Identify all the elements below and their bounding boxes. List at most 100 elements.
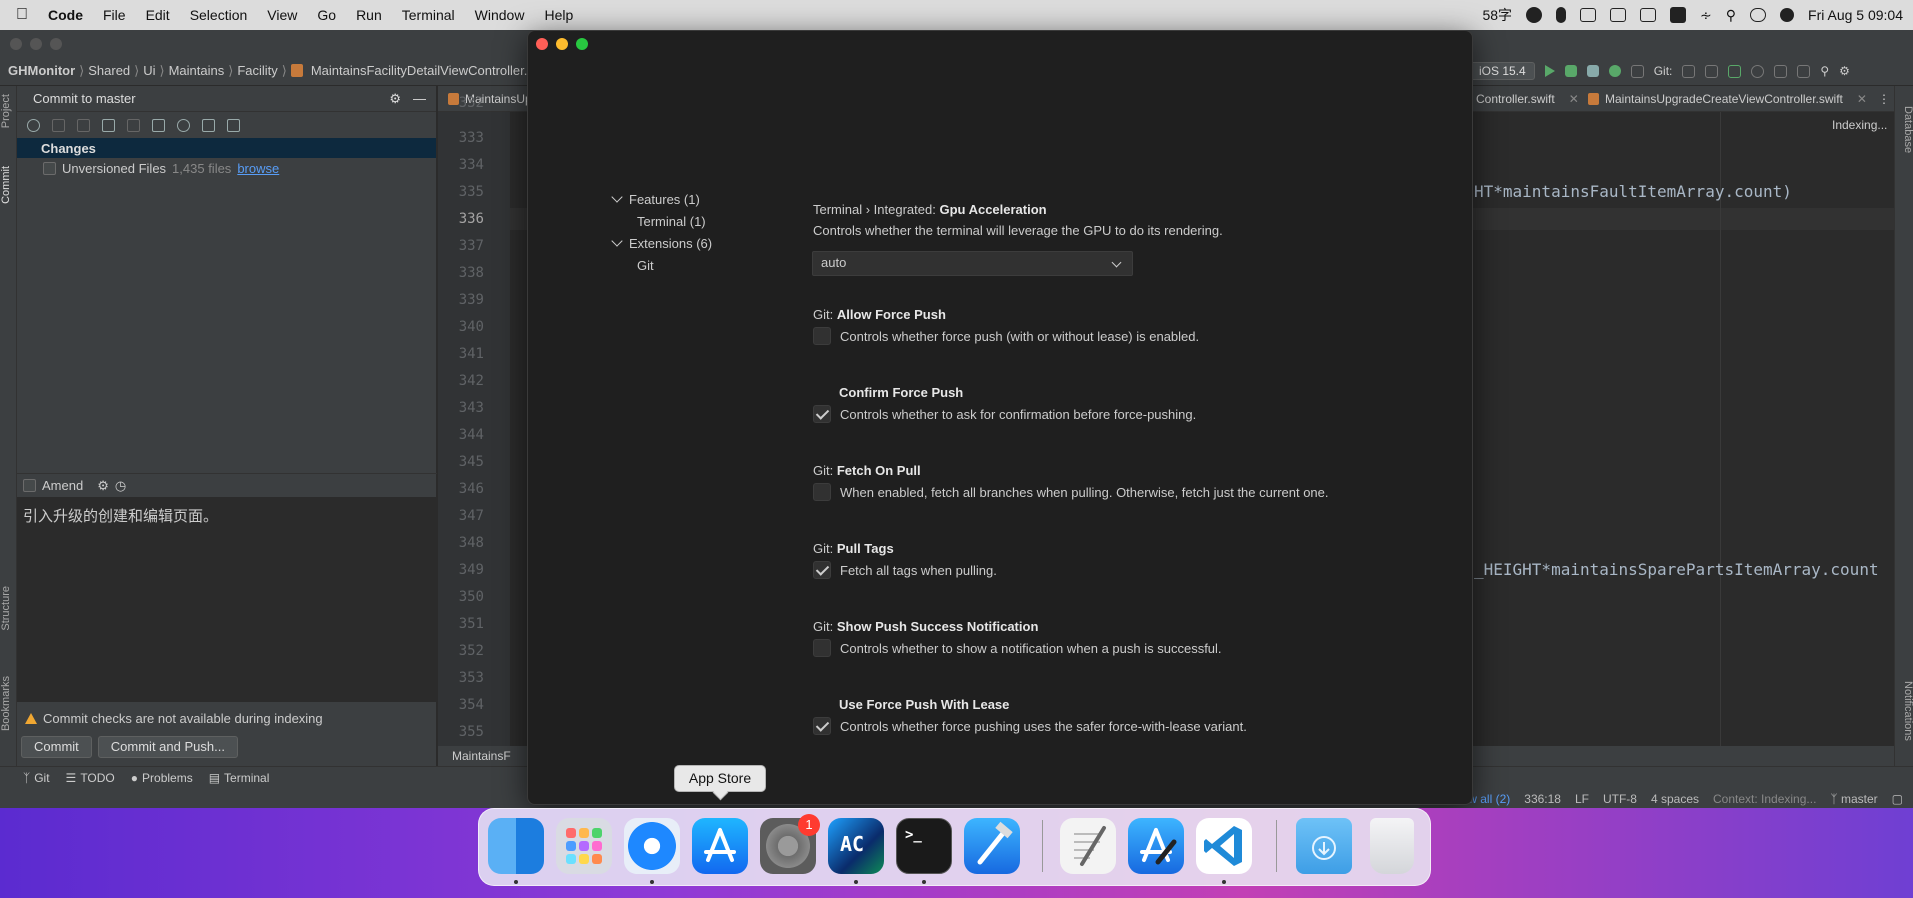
changes-node[interactable]: Changes [17, 138, 436, 158]
git-update-icon[interactable] [1682, 64, 1696, 78]
menu-run[interactable]: Run [346, 7, 392, 23]
caret-position[interactable]: 336:18 [1524, 792, 1561, 806]
close-tab-icon[interactable]: ✕ [1857, 92, 1867, 106]
breadcrumb-maintains[interactable]: Maintains [165, 63, 229, 78]
diff-icon[interactable] [102, 118, 115, 132]
tab-controller-swift[interactable]: Controller.swift ✕ [1476, 86, 1579, 112]
search-icon[interactable]: ⚲ [1726, 7, 1736, 24]
minimize-panel-icon[interactable]: — [413, 91, 426, 106]
gear-icon[interactable]: ⚙ [97, 478, 109, 494]
tab-upgrade-create[interactable]: MaintainsUpgradeCreateViewController.swi… [1588, 86, 1867, 112]
vcs-icon[interactable] [1797, 64, 1811, 78]
code-line-335[interactable]: HT*maintainsFaultItemArray.count) [1474, 182, 1792, 201]
menu-window[interactable]: Window [465, 7, 535, 23]
screen-icon[interactable] [1610, 8, 1627, 22]
settings-gear-icon[interactable]: ⚙ [1839, 64, 1850, 78]
menu-help[interactable]: Help [534, 7, 583, 23]
commit-message-input[interactable]: 引入升级的创建和编辑页面。 [17, 497, 437, 702]
breadcrumb-shared[interactable]: Shared [84, 63, 134, 78]
trash-icon[interactable] [1370, 818, 1414, 874]
browse-link[interactable]: browse [237, 161, 279, 176]
expand-all-icon[interactable] [202, 118, 215, 132]
menu-terminal[interactable]: Terminal [392, 7, 465, 23]
finder-icon[interactable] [488, 818, 544, 874]
line-separator[interactable]: LF [1575, 792, 1589, 806]
appcode-icon[interactable]: AC [828, 818, 884, 874]
clock[interactable]: Fri Aug 5 09:04 [1808, 7, 1903, 23]
git-commit-icon[interactable] [1705, 64, 1719, 78]
terminal-app-icon[interactable]: >_ [896, 818, 952, 874]
window-icon[interactable] [1640, 8, 1657, 22]
rollback-icon[interactable] [1774, 64, 1788, 78]
tree-extensions[interactable]: Extensions (6) [611, 235, 712, 251]
input-method-icon[interactable] [1580, 8, 1597, 22]
breadcrumb-ui[interactable]: Ui [139, 63, 159, 78]
collapse-all-icon[interactable] [227, 118, 240, 132]
safari-icon[interactable] [624, 818, 680, 874]
tree-features[interactable]: Features (1) [611, 191, 700, 207]
downloads-folder-icon[interactable] [1296, 818, 1352, 874]
code-line-349[interactable]: _HEIGHT*maintainsSparePartsItemArray.cou… [1474, 560, 1879, 579]
textedit-icon[interactable] [1060, 818, 1116, 874]
tool-bookmarks[interactable]: Bookmarks [0, 676, 17, 731]
allow-force-push-checkbox[interactable] [813, 327, 831, 345]
apple-icon[interactable]:  [0, 6, 38, 24]
more-tabs-icon[interactable]: ⋮ [1878, 86, 1890, 112]
force-push-with-lease-checkbox[interactable] [813, 717, 831, 735]
tool-commit[interactable]: Commit [0, 166, 17, 204]
git-push-icon[interactable] [1728, 64, 1742, 78]
microphone-icon[interactable] [1556, 7, 1567, 23]
close-icon[interactable] [10, 38, 22, 50]
close-icon[interactable] [536, 38, 548, 50]
siri-icon[interactable] [1780, 8, 1795, 22]
face-icon[interactable] [1526, 7, 1543, 23]
minimize-icon[interactable] [556, 38, 568, 50]
group-by-icon[interactable] [152, 118, 165, 132]
refresh-icon[interactable] [27, 118, 40, 132]
vscode-icon[interactable] [1196, 818, 1252, 874]
device-selector[interactable]: iOS 15.4 [1470, 62, 1535, 80]
gear-icon[interactable]: ⚙ [389, 91, 401, 107]
control-center-icon[interactable] [1750, 8, 1767, 22]
app-s-icon[interactable] [1670, 7, 1687, 23]
minimize-icon[interactable] [30, 38, 42, 50]
unversioned-checkbox[interactable] [43, 161, 56, 175]
stop-icon[interactable] [1630, 64, 1644, 78]
profile-icon[interactable] [1608, 65, 1621, 77]
pull-tags-checkbox[interactable] [813, 561, 831, 579]
menu-go[interactable]: Go [307, 7, 346, 23]
breadcrumb-project[interactable]: GHMonitor [0, 63, 79, 78]
unversioned-files-node[interactable]: Unversioned Files 1,435 files browse [17, 158, 436, 178]
history-icon[interactable] [1751, 64, 1765, 78]
tree-terminal[interactable]: Terminal (1) [637, 214, 706, 229]
update-icon[interactable] [77, 118, 90, 132]
ime-status[interactable]: 58字 [1482, 5, 1512, 25]
tool-git[interactable]: ᛉ Git [23, 771, 50, 785]
app-store-icon[interactable] [692, 818, 748, 874]
gpu-acceleration-select[interactable]: auto [812, 251, 1133, 276]
tool-structure[interactable]: Structure [0, 586, 17, 631]
tool-database[interactable]: Database [1897, 106, 1913, 153]
context-status[interactable]: Context: Indexing... [1713, 792, 1816, 806]
tool-problems[interactable]: ● Problems [131, 771, 193, 785]
clock-icon[interactable]: ◷ [115, 478, 126, 494]
launchpad-icon[interactable] [556, 818, 612, 874]
search-everywhere-icon[interactable]: ⚲ [1820, 64, 1829, 78]
amend-checkbox[interactable] [23, 479, 36, 492]
commit-button[interactable]: Commit [21, 736, 92, 758]
confirm-force-push-checkbox[interactable] [813, 405, 831, 423]
commit-and-push-button[interactable]: Commit and Push... [97, 736, 238, 758]
lock-icon[interactable]: ▢ [1892, 792, 1903, 806]
file-encoding[interactable]: UTF-8 [1603, 792, 1637, 806]
close-tab-icon[interactable]: ✕ [1569, 92, 1579, 106]
menu-edit[interactable]: Edit [136, 7, 180, 23]
run-icon[interactable] [1544, 65, 1555, 77]
simulator-icon[interactable] [1128, 818, 1184, 874]
menu-view[interactable]: View [257, 7, 307, 23]
fetch-on-pull-checkbox[interactable] [813, 483, 831, 501]
bottom-file-label[interactable]: MaintainsF [452, 749, 511, 763]
xcode-icon[interactable] [964, 818, 1020, 874]
tree-git[interactable]: Git [637, 258, 654, 273]
zoom-icon[interactable] [50, 38, 62, 50]
menu-selection[interactable]: Selection [180, 7, 258, 23]
